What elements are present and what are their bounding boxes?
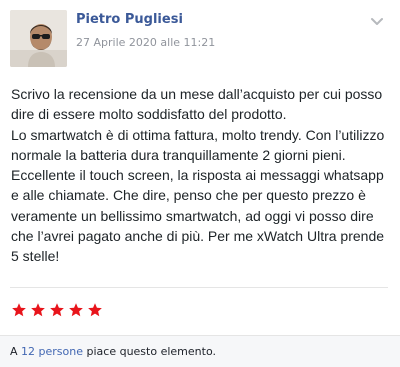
star-icon: [88, 303, 102, 317]
star-icon: [12, 303, 26, 317]
post-date[interactable]: 27 Aprile 2020 alle 11:21: [76, 36, 215, 49]
likes-text: A 12 persone piace questo elemento.: [10, 345, 216, 358]
review-paragraph: Scrivo la recensione da un mese dall’acq…: [11, 86, 383, 123]
author-name[interactable]: Pietro Pugliesi: [76, 12, 183, 27]
divider: [10, 287, 388, 288]
star-icon: [50, 303, 64, 317]
avatar[interactable]: [10, 10, 67, 67]
star-icon: [69, 303, 83, 317]
review-card: Pietro Pugliesi 27 Aprile 2020 alle 11:2…: [0, 0, 400, 367]
likes-prefix: A: [10, 345, 22, 358]
likes-people-link[interactable]: 12 persone: [21, 345, 83, 358]
star-icon: [31, 303, 45, 317]
likes-suffix: piace questo elemento.: [83, 345, 216, 358]
likes-bar: A 12 persone piace questo elemento.: [0, 335, 400, 367]
review-text: Scrivo la recensione da un mese dall’acq…: [11, 84, 389, 267]
chevron-down-icon[interactable]: [370, 14, 384, 25]
star-rating: [11, 302, 103, 322]
avatar-photo: [10, 10, 67, 67]
review-paragraph: Lo smartwatch è di ottima fattura, molto…: [11, 126, 385, 265]
